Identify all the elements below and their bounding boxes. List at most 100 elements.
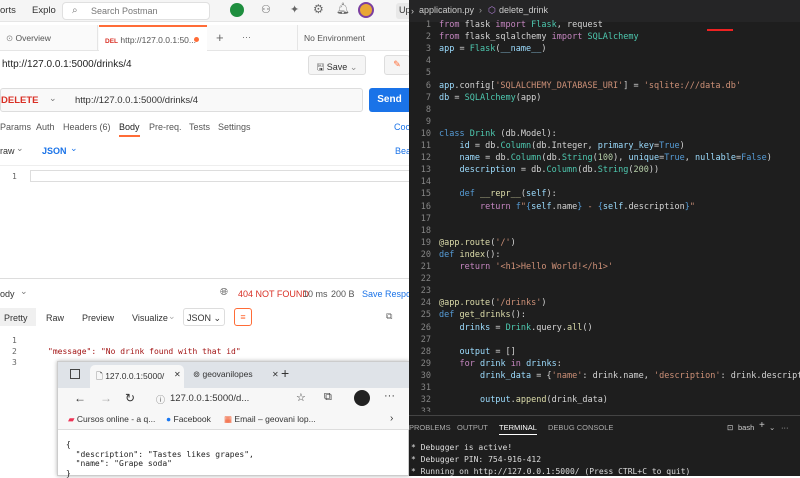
sync-icon[interactable] [230, 3, 244, 17]
json-line: "name": "Grape soda" [66, 459, 406, 469]
tab-headers[interactable]: Headers (6) [63, 122, 111, 132]
tab-actions-icon[interactable] [70, 369, 80, 379]
code-line-number: 21 [409, 262, 431, 272]
tab-pre-request[interactable]: Pre-req. [149, 122, 182, 132]
shell-select[interactable]: bash [738, 423, 754, 432]
send-button[interactable]: Send [369, 88, 410, 112]
tab-preview[interactable]: Preview [82, 313, 114, 323]
code-line-number: 18 [409, 226, 431, 236]
forward-arrow-icon[interactable]: → [100, 391, 112, 405]
tab-delete-request[interactable]: DEL http://127.0.0.1:50... [99, 25, 207, 51]
copy-icon[interactable]: ⧉ [386, 311, 392, 322]
code-line-number: 9 [409, 117, 431, 127]
new-tab-plus-icon[interactable]: + [216, 30, 224, 45]
wrap-lines-icon[interactable]: ≡ [234, 308, 252, 326]
tab-debug-console[interactable]: DEBUG CONSOLE [548, 423, 613, 432]
response-time: 10 ms [303, 289, 328, 299]
gear-icon[interactable]: ⚙ [313, 2, 324, 16]
tab-visualize[interactable]: Visualize [132, 313, 168, 323]
new-tab-plus-icon[interactable]: + [281, 365, 289, 381]
tab-raw[interactable]: Raw [46, 313, 64, 323]
body-format-select[interactable]: JSON [42, 146, 67, 156]
response-message: "message": "No drink found with that id" [48, 347, 241, 356]
tab-problems[interactable]: PROBLEMS [409, 423, 451, 432]
code-editor[interactable]: 1234567891011121314151617181920212223242… [409, 20, 800, 412]
function-icon: ⬡ [488, 5, 496, 16]
code-line-number: 17 [409, 214, 431, 224]
more-icon[interactable]: ··· [781, 423, 789, 432]
tab-overflow-icon[interactable]: ··· [242, 32, 251, 42]
close-icon[interactable]: ✕ [174, 370, 181, 379]
tab-tests[interactable]: Tests [189, 122, 210, 132]
response-header: ody ⌄ 🌐︎ 404 NOT FOUND 10 ms 200 B Save … [0, 278, 410, 308]
browser-tab-localhost[interactable]: 🗋︎ 127.0.0.1:5000/ [90, 365, 184, 388]
tab-output[interactable]: OUTPUT [457, 423, 488, 432]
chevron-down-icon[interactable]: ⌄ [16, 143, 24, 154]
code-line-number: 14 [409, 177, 431, 187]
save-button[interactable]: 🖫︎ Save ⌄ [308, 55, 366, 75]
tab-overview[interactable]: ⊙ Overview [0, 25, 98, 51]
profile-avatar[interactable] [354, 390, 370, 406]
body-editor[interactable]: 1 [0, 165, 410, 277]
file-tab[interactable]: application.py [419, 5, 474, 15]
address-bar[interactable]: 127.0.0.1:5000/d... [170, 393, 249, 404]
extensions-icon[interactable]: ⧉ [324, 391, 332, 404]
favorite-facebook[interactable]: ● Facebook [166, 414, 211, 424]
back-arrow-icon[interactable]: ← [74, 391, 86, 405]
code-line-number: 26 [409, 323, 431, 333]
favorite-email[interactable]: ▦ Email – geovani lop... [224, 414, 316, 425]
status-badge: 404 NOT FOUND [238, 289, 309, 299]
tab-settings[interactable]: Settings [218, 122, 251, 132]
tab-body[interactable]: Body [119, 122, 140, 137]
code-line-number: 6 [409, 81, 431, 91]
microsoft-icon: ▦ [224, 414, 234, 424]
json-line: { [66, 440, 406, 450]
search-input[interactable]: ⌕ Search Postman [62, 2, 210, 20]
tab-auth[interactable]: Auth [36, 122, 55, 132]
save-response-link[interactable]: Save Respo [362, 289, 410, 299]
favorite-cursos[interactable]: ▰ Cursos online - a q... [68, 414, 155, 425]
favorite-star-icon[interactable]: ☆ [296, 391, 306, 404]
close-icon[interactable]: ✕ [272, 370, 279, 379]
avatar[interactable] [358, 2, 374, 18]
method-select[interactable]: DELETE [1, 95, 38, 106]
search-icon: ⌕ [72, 5, 78, 16]
browser-tab-github[interactable]: ⊚ geovanilopes [189, 367, 281, 385]
url-input[interactable]: http://127.0.0.1:5000/drinks/4 [75, 95, 198, 106]
tab-terminal[interactable]: TERMINAL [499, 423, 537, 435]
refresh-icon[interactable]: ↻ [125, 391, 135, 405]
invite-user-icon[interactable]: ⚇ [261, 3, 271, 16]
chevron-right-icon[interactable]: › [390, 413, 393, 424]
bell-icon[interactable]: 🔔︎ [336, 2, 350, 15]
menu-item-explore[interactable]: Explo [32, 5, 56, 16]
response-body-label[interactable]: ody [0, 289, 15, 299]
upgrade-button[interactable]: Up [396, 3, 410, 19]
tab-pretty[interactable]: Pretty [0, 308, 36, 326]
code-line-number: 1 [409, 20, 431, 30]
body-type-select[interactable]: raw [0, 146, 15, 156]
chevron-down-icon[interactable]: ⌄ [49, 93, 57, 104]
menu-item-imports[interactable]: orts [0, 5, 16, 16]
chevron-down-icon[interactable]: ⌄ [168, 311, 176, 322]
chevron-down-icon[interactable]: ⌄ [769, 423, 775, 432]
code-line-number: 33 [409, 407, 431, 412]
breadcrumb-symbol[interactable]: delete_drink [499, 5, 548, 15]
new-terminal-plus-icon[interactable]: + [759, 420, 765, 431]
chevron-down-icon[interactable]: ⌄ [70, 143, 78, 154]
chevron-down-icon[interactable]: ⌄ [20, 286, 28, 297]
beautify-link[interactable]: Bea [395, 146, 410, 156]
page-icon: 🗋︎ [96, 371, 105, 381]
response-format-select[interactable]: JSON ⌄ [183, 308, 225, 326]
satellite-icon[interactable]: ✦ [290, 3, 299, 16]
chevron-down-icon: ⌄ [347, 62, 357, 72]
code-line-number: 13 [409, 165, 431, 175]
tab-params[interactable]: Params [0, 122, 31, 132]
more-icon[interactable]: ··· [384, 390, 395, 402]
facebook-icon: ● [166, 414, 174, 424]
edit-button[interactable]: ✎ [384, 55, 410, 75]
code-line-number: 31 [409, 383, 431, 393]
environment-selector[interactable]: No Environment [297, 25, 410, 51]
globe-icon: 🌐︎ [220, 287, 228, 298]
cookies-link[interactable]: Coo [394, 122, 410, 132]
code-line-number: 19 [409, 238, 431, 248]
